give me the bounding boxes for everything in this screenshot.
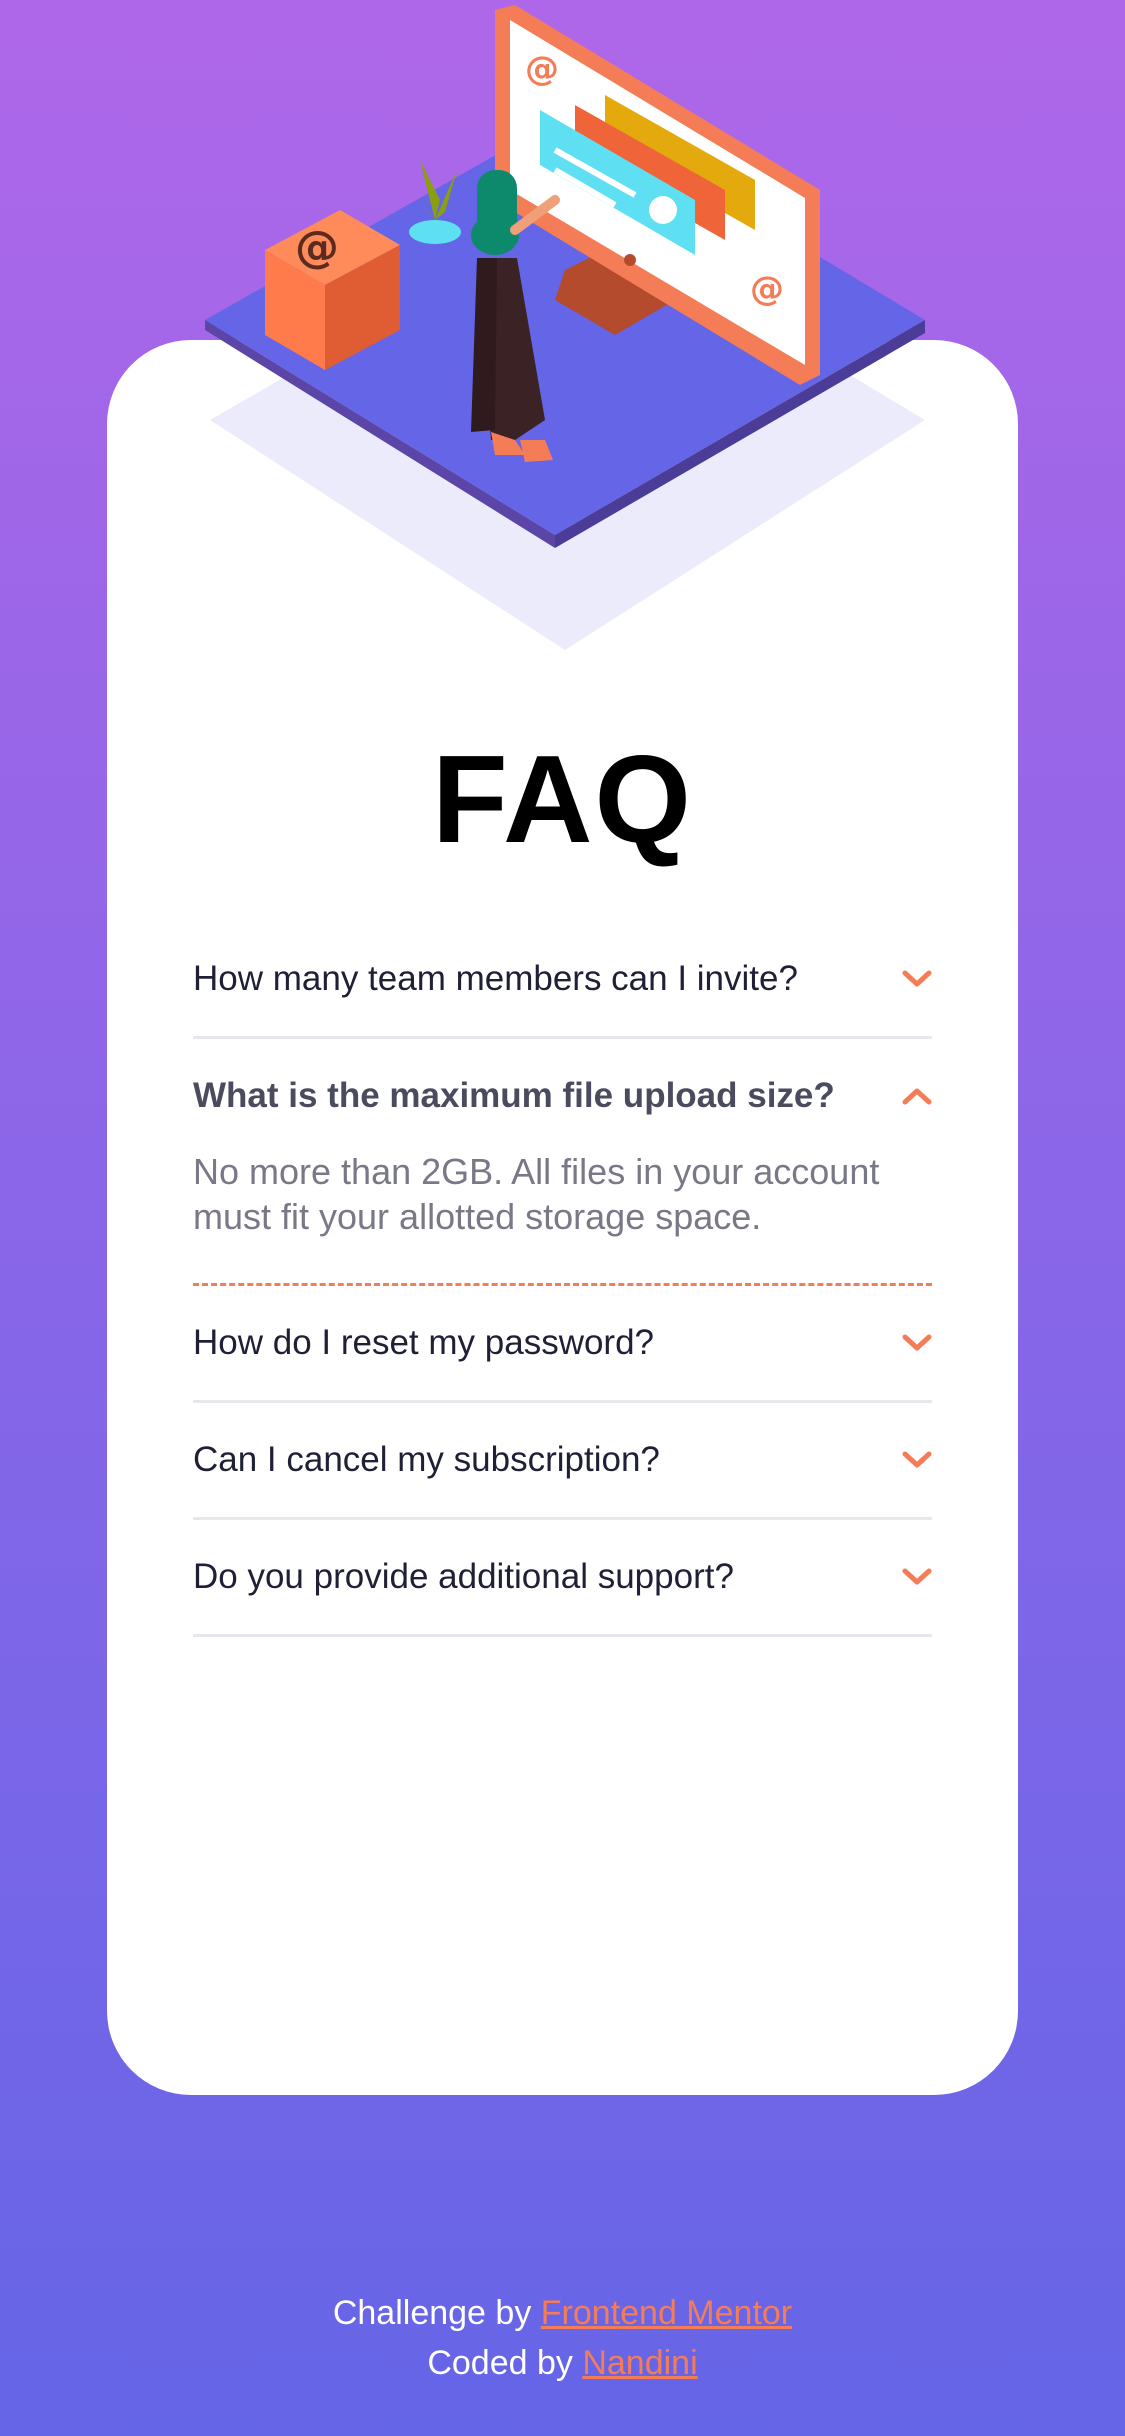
faq-question-text: Can I cancel my subscription? — [193, 1440, 660, 1479]
frontend-mentor-link[interactable]: Frontend Mentor — [541, 2294, 792, 2332]
chevron-down-icon — [902, 1568, 932, 1585]
faq-question-text: What is the maximum file upload size? — [193, 1076, 835, 1115]
faq-item: How do I reset my password? — [193, 1286, 932, 1403]
faq-accordion: How many team members can I invite? What… — [193, 922, 932, 1637]
footer-challenge-prefix: Challenge by — [332, 2294, 532, 2332]
faq-item: Can I cancel my subscription? — [193, 1403, 932, 1520]
chevron-down-icon — [902, 1334, 932, 1351]
author-link[interactable]: Nandini — [582, 2344, 697, 2382]
faq-question-toggle[interactable]: Do you provide additional support? — [193, 1520, 932, 1634]
faq-item-open: What is the maximum file upload size? No… — [193, 1039, 932, 1286]
faq-question-text: How do I reset my password? — [193, 1323, 655, 1362]
faq-question-toggle[interactable]: How many team members can I invite? — [193, 922, 932, 1036]
footer-coded-prefix: Coded by — [427, 2344, 573, 2382]
faq-question-toggle[interactable]: How do I reset my password? — [193, 1286, 932, 1400]
chevron-down-icon — [902, 1451, 932, 1468]
chevron-down-icon — [902, 970, 932, 987]
faq-question-toggle[interactable]: What is the maximum file upload size? — [193, 1039, 932, 1153]
faq-question-text: Do you provide additional support? — [193, 1557, 734, 1596]
faq-item: How many team members can I invite? — [193, 922, 932, 1039]
faq-question-text: How many team members can I invite? — [193, 959, 798, 998]
faq-item: Do you provide additional support? — [193, 1520, 932, 1637]
faq-question-toggle[interactable]: Can I cancel my subscription? — [193, 1403, 932, 1517]
svg-text:@: @ — [525, 49, 559, 89]
footer-challenge-line: Challenge by Frontend Mentor — [0, 2288, 1125, 2338]
svg-text:@: @ — [750, 269, 784, 309]
page-title: FAQ — [432, 731, 693, 869]
woman-online-illustration: @ @ @ — [205, 5, 925, 650]
faq-answer-text: No more than 2GB. All files in your acco… — [193, 1151, 880, 1237]
footer-coded-line: Coded by Nandini — [0, 2338, 1125, 2388]
footer: Challenge by Frontend Mentor Coded by Na… — [0, 2288, 1125, 2388]
svg-text:@: @ — [295, 222, 339, 273]
chevron-up-icon — [902, 1088, 932, 1105]
